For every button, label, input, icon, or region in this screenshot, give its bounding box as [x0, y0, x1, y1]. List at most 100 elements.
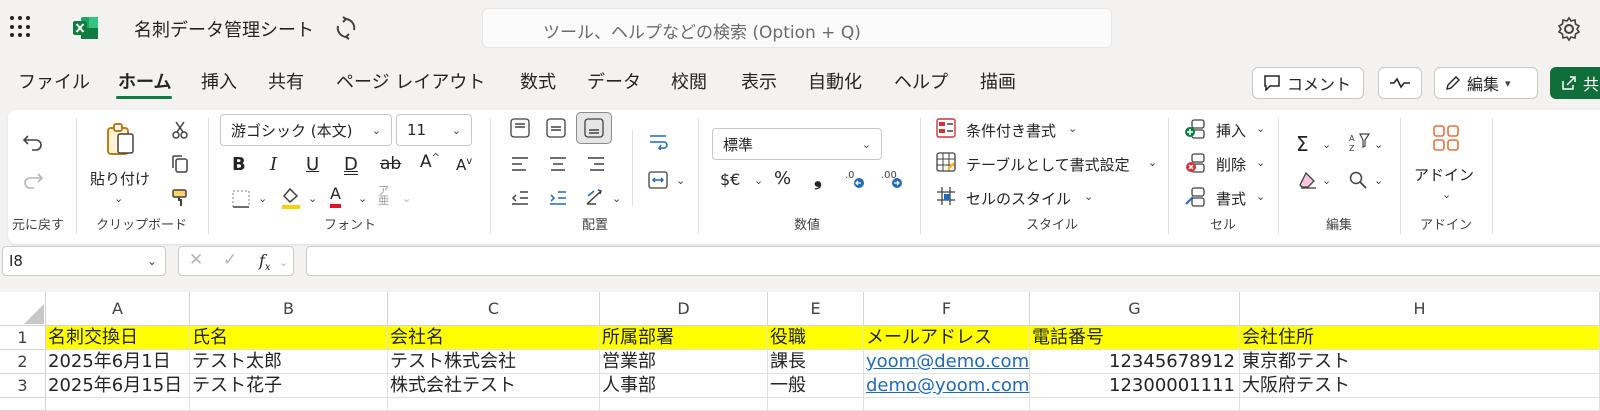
column-header-c[interactable]: C: [388, 292, 600, 326]
cell-a4[interactable]: [46, 398, 190, 411]
chevron-down-icon[interactable]: ⌄: [402, 192, 411, 205]
percent-style-button[interactable]: %: [774, 168, 791, 189]
cut-icon[interactable]: [170, 120, 190, 140]
tab-home[interactable]: ホーム: [118, 68, 171, 94]
chevron-down-icon[interactable]: ⌄: [676, 174, 685, 187]
number-format-select[interactable]: 標準 ⌄: [712, 128, 882, 160]
fill-color-icon[interactable]: [280, 186, 302, 210]
cell-d4[interactable]: [600, 398, 768, 411]
chevron-down-icon[interactable]: ⌄: [308, 192, 317, 205]
document-title[interactable]: 名刺データ管理シート: [134, 16, 314, 42]
chevron-down-icon[interactable]: ⌄: [114, 192, 123, 205]
add-ins-icon[interactable]: [1432, 124, 1460, 152]
row-header-3[interactable]: 3: [0, 374, 46, 398]
double-underline-button[interactable]: D: [344, 154, 358, 175]
cell-g3[interactable]: 12300001111: [1030, 374, 1240, 398]
align-top-icon[interactable]: [510, 118, 530, 138]
tab-draw[interactable]: 描画: [980, 68, 1016, 94]
wrap-text-icon[interactable]: [648, 134, 668, 150]
delete-cells-button[interactable]: 削除: [1216, 154, 1246, 175]
cell-f1[interactable]: メールアドレス: [864, 326, 1030, 350]
add-ins-button[interactable]: アドイン: [1414, 164, 1474, 185]
format-as-table-button[interactable]: テーブルとして書式設定: [966, 154, 1130, 175]
cell-e3[interactable]: 一般: [768, 374, 864, 398]
accounting-format-button[interactable]: $€: [720, 170, 740, 189]
tab-insert[interactable]: 挿入: [201, 68, 237, 94]
cell-g1[interactable]: 電話番号: [1030, 326, 1240, 350]
tab-review[interactable]: 校閲: [671, 68, 707, 94]
sync-icon[interactable]: [334, 16, 358, 40]
align-left-icon[interactable]: [510, 156, 530, 172]
search-box[interactable]: ツール、ヘルプなどの検索 (Option + Q): [482, 8, 1112, 48]
comment-button[interactable]: コメント: [1252, 67, 1364, 99]
decrease-indent-icon[interactable]: [510, 190, 530, 206]
row-header-4[interactable]: [0, 398, 46, 411]
cell-c2[interactable]: テスト株式会社: [388, 350, 600, 374]
tab-help[interactable]: ヘルプ: [894, 68, 948, 94]
cell-b3[interactable]: テスト花子: [190, 374, 388, 398]
comma-style-button[interactable]: ❟: [814, 166, 822, 190]
cell-c3[interactable]: 株式会社テスト: [388, 374, 600, 398]
align-bottom-button[interactable]: [576, 112, 612, 144]
cell-b1[interactable]: 氏名: [190, 326, 388, 350]
row-header-2[interactable]: 2: [0, 350, 46, 374]
insert-cells-button[interactable]: 挿入: [1216, 120, 1246, 141]
chevron-down-icon[interactable]: ⌄: [279, 256, 288, 269]
tab-formulas[interactable]: 数式: [520, 68, 556, 94]
column-header-f[interactable]: F: [864, 292, 1030, 326]
chevron-down-icon[interactable]: ⌄: [1148, 156, 1157, 169]
clear-icon[interactable]: [1298, 170, 1318, 190]
cell-styles-button[interactable]: セルのスタイル: [966, 188, 1071, 209]
excel-logo-icon[interactable]: [73, 16, 99, 40]
format-painter-icon[interactable]: [170, 188, 190, 208]
increase-decimal-icon[interactable]: .0: [844, 168, 866, 190]
share-button[interactable]: 共: [1550, 67, 1600, 99]
phonetic-guide-icon[interactable]: ア亜: [378, 185, 389, 206]
undo-icon[interactable]: [22, 132, 44, 152]
font-size-select[interactable]: 11 ⌄: [396, 114, 472, 146]
chevron-down-icon[interactable]: ⌄: [1256, 190, 1265, 203]
cell-c4[interactable]: [388, 398, 600, 411]
insert-cells-icon[interactable]: [1184, 118, 1206, 140]
cell-h4[interactable]: [1240, 398, 1600, 411]
decrease-decimal-icon[interactable]: .00: [880, 168, 904, 190]
cell-e4[interactable]: [768, 398, 864, 411]
column-header-e[interactable]: E: [768, 292, 864, 326]
name-box[interactable]: I8 ⌄: [2, 246, 166, 276]
chevron-down-icon[interactable]: ⌄: [1068, 122, 1077, 135]
merge-center-icon[interactable]: [648, 170, 668, 190]
chevron-down-icon[interactable]: ⌄: [754, 174, 763, 187]
chevron-down-icon[interactable]: ⌄: [1322, 138, 1331, 151]
cell-c1[interactable]: 会社名: [388, 326, 600, 350]
paste-button[interactable]: 貼り付け: [90, 168, 150, 189]
cell-a2[interactable]: 2025年6月1日: [46, 350, 190, 374]
column-header-h[interactable]: H: [1240, 292, 1600, 326]
cell-d3[interactable]: 人事部: [600, 374, 768, 398]
cell-d2[interactable]: 営業部: [600, 350, 768, 374]
catch-up-button[interactable]: [1378, 67, 1422, 99]
orientation-icon[interactable]: [584, 188, 606, 208]
conditional-formatting-icon[interactable]: [936, 118, 956, 138]
cell-a3[interactable]: 2025年6月15日: [46, 374, 190, 398]
increase-indent-icon[interactable]: [548, 190, 568, 206]
column-header-a[interactable]: A: [46, 292, 190, 326]
align-right-icon[interactable]: [586, 156, 606, 172]
insert-function-icon[interactable]: fx: [259, 251, 271, 273]
chevron-down-icon[interactable]: ⌄: [1442, 188, 1451, 201]
cell-f2[interactable]: yoom@demo.com: [864, 350, 1030, 374]
cancel-icon[interactable]: ✕: [189, 250, 203, 270]
cell-e1[interactable]: 役職: [768, 326, 864, 350]
chevron-down-icon[interactable]: ⌄: [1374, 138, 1383, 151]
tab-automate[interactable]: 自動化: [808, 68, 862, 94]
font-color-icon[interactable]: A: [330, 184, 341, 208]
tab-view[interactable]: 表示: [741, 68, 777, 94]
redo-icon[interactable]: [22, 170, 44, 190]
cell-g2[interactable]: 12345678912: [1030, 350, 1240, 374]
decrease-font-size-button[interactable]: Av: [456, 156, 472, 174]
find-select-icon[interactable]: [1348, 170, 1368, 190]
cell-b2[interactable]: テスト太郎: [190, 350, 388, 374]
tab-page-layout[interactable]: ページ レイアウト: [336, 68, 485, 94]
cell-a1[interactable]: 名刺交換日: [46, 326, 190, 350]
chevron-down-icon[interactable]: ⌄: [612, 192, 621, 205]
cell-h2[interactable]: 東京都テスト: [1240, 350, 1600, 374]
